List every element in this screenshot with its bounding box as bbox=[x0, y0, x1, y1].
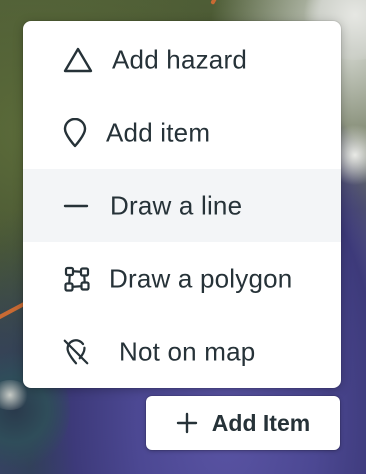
polygon-icon bbox=[62, 264, 92, 294]
add-item-button[interactable]: Add Item bbox=[146, 396, 340, 450]
menu-item-label: Add item bbox=[106, 117, 211, 147]
map-road bbox=[210, 0, 224, 5]
add-item-button-label: Add Item bbox=[211, 409, 311, 436]
triangle-icon bbox=[63, 45, 93, 75]
menu-item-label: Draw a polygon bbox=[109, 263, 293, 293]
line-icon bbox=[61, 191, 91, 221]
menu-item-draw-polygon[interactable]: Draw a polygon bbox=[23, 242, 341, 315]
map-pin-icon bbox=[60, 117, 90, 148]
add-item-menu: Add hazard Add item Draw a line Draw a p… bbox=[23, 21, 341, 388]
plus-icon bbox=[176, 412, 198, 434]
map-pin-off-icon bbox=[61, 337, 91, 367]
menu-item-add-hazard[interactable]: Add hazard bbox=[23, 23, 341, 96]
menu-item-not-on-map[interactable]: Not on map bbox=[23, 315, 341, 388]
menu-item-label: Draw a line bbox=[110, 190, 243, 220]
menu-item-add-item[interactable]: Add item bbox=[23, 96, 341, 169]
menu-item-draw-line[interactable]: Draw a line bbox=[23, 169, 341, 242]
menu-item-label: Not on map bbox=[119, 336, 256, 366]
menu-item-label: Add hazard bbox=[112, 44, 247, 74]
